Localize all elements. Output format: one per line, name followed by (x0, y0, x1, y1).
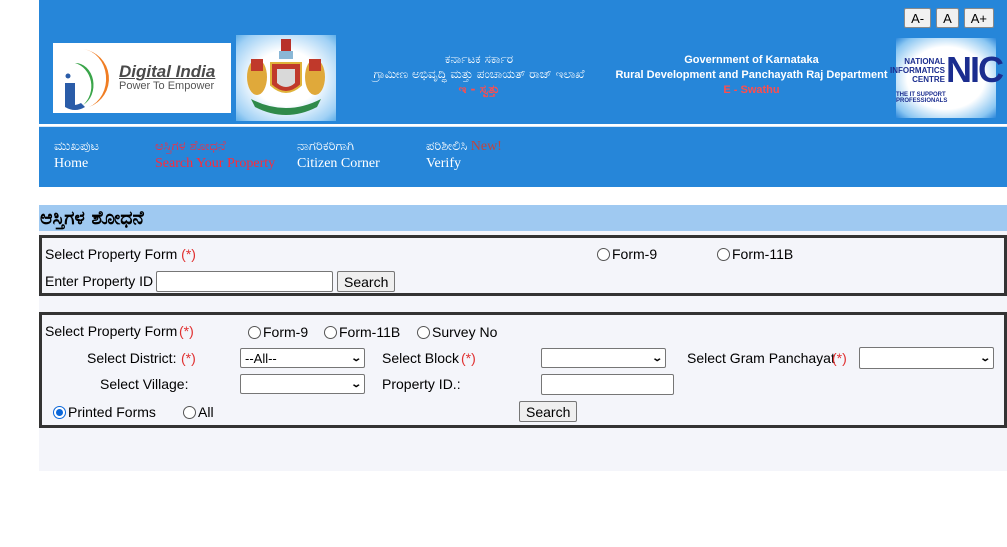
required-marker: (*) (832, 350, 847, 366)
page-title: ಆಸ್ತಿಗಳ ಶೋಧನೆ (39, 205, 1007, 231)
gram-panchayat-select[interactable]: ⌄ (859, 347, 994, 369)
main-nav: ಮುಖಪುಟ Home ಆಸ್ತಿಗಳ ಶೋಧನೆ Search Your Pr… (39, 126, 1007, 187)
site-header: A- A A+ Digital India Power To Empower ಕ… (39, 0, 1007, 124)
nav-item-citizen-corner[interactable]: ನಾಗರಿಕರಿಗಾಗಿ Citizen Corner (297, 138, 426, 187)
property-id-search-form: Select Property Form (*) Form-9 Form-11B… (39, 235, 1007, 296)
nav-item-verify-kn: ಪರಿಶೀಲಿಸಿ (426, 139, 468, 154)
font-normal-button[interactable]: A (936, 8, 959, 28)
digital-india-subtitle: Power To Empower (119, 80, 215, 93)
form2-radio-survey-no[interactable]: Survey No (417, 324, 497, 340)
font-size-controls: A- A A+ (904, 8, 994, 28)
font-decrease-button[interactable]: A- (904, 8, 932, 28)
nic-big-text: NIC (945, 49, 1004, 90)
radio-label: All (198, 404, 214, 420)
block-select[interactable]: ⌄ (541, 348, 666, 368)
printed-forms-radio[interactable]: Printed Forms (53, 404, 156, 420)
header-kannada-eswathu: ಇ - ಸ್ವತ್ತು (458, 82, 500, 96)
radio-label: Form-11B (339, 324, 401, 340)
form2-radio-form11b[interactable]: Form-11B (324, 324, 400, 340)
digital-india-title: Digital India (119, 62, 216, 82)
digital-india-mark-icon (53, 43, 117, 113)
nav-item-search-property[interactable]: ಆಸ್ತಿಗಳ ಶೋಧನೆ Search Your Property (155, 138, 297, 187)
radio-circle-icon[interactable] (248, 325, 261, 339)
radio-label: Form-9 (263, 324, 309, 340)
required-marker: (*) (461, 350, 476, 366)
nic-line1: NATIONAL (904, 56, 945, 66)
nic-line3: CENTRE (912, 74, 945, 84)
required-marker: (*) (179, 323, 194, 339)
select-village-label: Select Village: (100, 376, 189, 392)
radio-label: Form-11B (732, 246, 794, 262)
nav-item-verify-en: Verify (426, 156, 461, 171)
page: A- A A+ Digital India Power To Empower ಕ… (39, 0, 1007, 471)
nav-item-search-property-en: Search Your Property (155, 156, 276, 171)
nav-item-citizen-corner-en: Citizen Corner (297, 156, 380, 171)
nic-tagline: THE IT SUPPORT PROFESSIONALS (896, 92, 948, 104)
radio-circle-icon[interactable] (417, 325, 430, 339)
district-select-value: --All-- (245, 350, 277, 366)
font-increase-button[interactable]: A+ (963, 8, 994, 28)
nav-item-home-en: Home (54, 156, 89, 171)
radio-selected-icon[interactable] (53, 405, 66, 419)
new-badge: New! (470, 139, 502, 154)
chevron-down-icon: ⌄ (650, 352, 663, 364)
location-search-button[interactable]: Search (519, 401, 578, 422)
karnataka-emblem-icon (247, 39, 325, 115)
village-select[interactable]: ⌄ (240, 374, 365, 394)
karnataka-emblem-logo (236, 35, 336, 121)
property-id-search-button[interactable]: Search (337, 271, 396, 292)
required-marker: (*) (181, 246, 196, 262)
header-english-eswathu: E - Swathu (723, 84, 780, 96)
chevron-down-icon: ⌄ (349, 352, 362, 364)
location-search-form: Select Property Form (*) Form-9 Form-11B… (39, 312, 1007, 428)
search-panel: Select Property Form (*) Form-9 Form-11B… (39, 231, 1007, 471)
select-property-form-label: Select Property Form (*) (45, 246, 196, 262)
all-forms-radio[interactable]: All (183, 404, 214, 420)
radio-circle-icon[interactable] (717, 247, 730, 261)
nav-item-home-kn: ಮುಖಪುಟ (54, 139, 100, 154)
radio-label: Survey No (432, 324, 498, 340)
enter-property-id-label: Enter Property ID : (45, 273, 161, 289)
nic-logo: NATIONAL INFORMATICS CENTRE NIC THE IT S… (890, 38, 1004, 118)
form1-radio-form9[interactable]: Form-9 (597, 246, 657, 262)
header-english-dept: Rural Development and Panchayath Raj Dep… (615, 69, 888, 81)
select-district-label: Select District: (87, 350, 177, 366)
header-kannada-govt: ಕರ್ನಾಟಕ ಸರ್ಕಾರ (444, 52, 514, 66)
header-english-govt: Government of Karnataka (684, 54, 819, 66)
district-select[interactable]: --All-- ⌄ (240, 348, 365, 368)
nav-item-verify[interactable]: ಪರಿಶೀಲಿಸಿ New! Verify (426, 138, 502, 187)
radio-label: Printed Forms (68, 404, 156, 420)
required-marker: (*) (181, 350, 196, 366)
chevron-down-icon: ⌄ (349, 378, 362, 390)
radio-circle-icon[interactable] (597, 247, 610, 261)
nav-item-search-property-kn: ಆಸ್ತಿಗಳ ಶೋಧನೆ (155, 139, 226, 154)
radio-circle-icon[interactable] (183, 405, 196, 419)
nav-item-home[interactable]: ಮುಖಪುಟ Home (54, 138, 155, 187)
radio-label: Form-9 (612, 246, 658, 262)
form1-radio-form11b[interactable]: Form-11B (717, 246, 793, 262)
select-gram-panchayat-label: Select Gram Panchayat (687, 350, 835, 366)
property-id-input[interactable] (156, 271, 333, 292)
nic-line2: INFORMATICS (890, 65, 945, 75)
chevron-down-icon: ⌄ (978, 352, 991, 364)
form2-radio-form9[interactable]: Form-9 (248, 324, 308, 340)
property-id-input-2[interactable] (541, 374, 674, 395)
digital-india-logo: Digital India Power To Empower (53, 43, 231, 113)
select-block-label: Select Block (382, 350, 460, 366)
select-property-form-label: Select Property Form (45, 323, 178, 339)
radio-circle-icon[interactable] (324, 325, 337, 339)
header-kannada-text: ಕರ್ನಾಟಕ ಸರ್ಕಾರ ಗ್ರಾಮೀಣ ಅಭಿವೃದ್ಧಿ ಮತ್ತು ಪ… (339, 52, 619, 97)
header-english-text: Government of Karnataka Rural Developmen… (614, 53, 889, 98)
nav-item-citizen-corner-kn: ನಾಗರಿಕರಿಗಾಗಿ (297, 139, 355, 154)
property-id-label: Property ID.: (382, 376, 461, 392)
header-kannada-dept: ಗ್ರಾಮೀಣ ಅಭಿವೃದ್ಧಿ ಮತ್ತು ಪಂಚಾಯತ್ ರಾಜ್ ಇಲಾ… (373, 67, 585, 81)
